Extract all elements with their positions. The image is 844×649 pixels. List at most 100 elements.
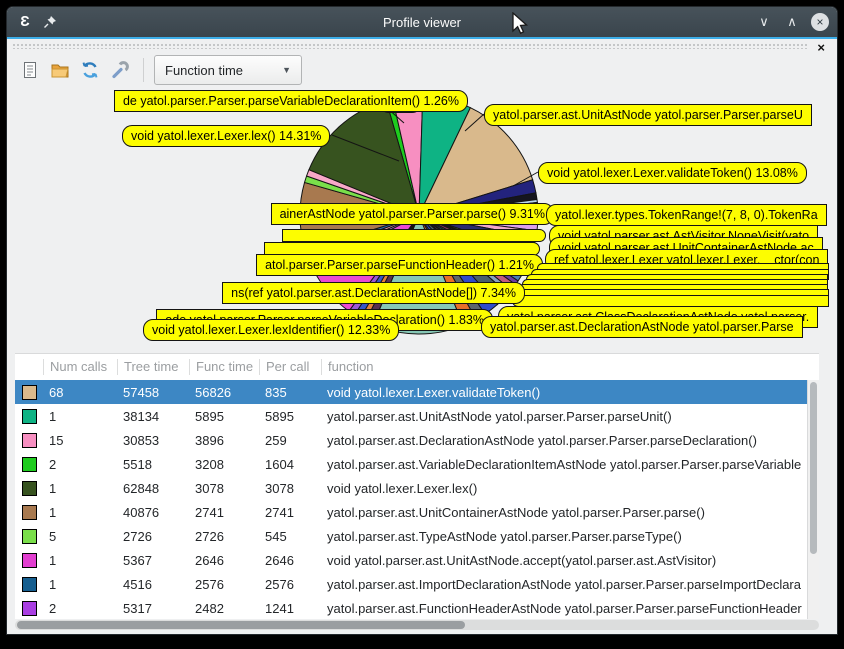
screen: Ɛ Profile viewer ∨ ∧ × ×	[0, 0, 844, 649]
cell-per-call: 5895	[259, 409, 321, 424]
vertical-scrollbar[interactable]	[807, 380, 819, 619]
cell-num-calls: 15	[43, 433, 117, 448]
dock-handle[interactable]	[12, 43, 807, 49]
profile-viewer-window: Ɛ Profile viewer ∨ ∧ × ×	[6, 6, 838, 635]
cell-per-call: 3078	[259, 481, 321, 496]
cell-function: yatol.parser.ast.VariableDeclarationItem…	[321, 457, 819, 472]
cell-per-call: 2646	[259, 553, 321, 568]
cell-tree-time: 5367	[117, 553, 189, 568]
table-row[interactable]: 16284830783078void yatol.lexer.Lexer.lex…	[15, 476, 819, 500]
table-row[interactable]: 2551832081604yatol.parser.ast.VariableDe…	[15, 452, 819, 476]
cell-num-calls: 2	[43, 601, 117, 616]
pie-label: atol.parser.Parser.parseFunctionHeader()…	[256, 254, 543, 276]
cell-function: void yatol.lexer.Lexer.lex()	[321, 481, 819, 496]
pie-label: void yatol.lexer.Lexer.validateToken() 1…	[538, 162, 807, 184]
profile-table: Num callsTree timeFunc timePer callfunct…	[15, 353, 819, 619]
cell-num-calls: 1	[43, 553, 117, 568]
table-row[interactable]: 2531724821241yatol.parser.ast.FunctionHe…	[15, 596, 819, 620]
table-row[interactable]: 14087627412741yatol.parser.ast.UnitConta…	[15, 500, 819, 524]
color-swatch	[22, 409, 37, 424]
vertical-scrollbar-thumb[interactable]	[810, 382, 817, 554]
color-swatch	[22, 601, 37, 616]
color-swatch	[22, 505, 37, 520]
cell-num-calls: 1	[43, 481, 117, 496]
horizontal-scrollbar-thumb[interactable]	[17, 621, 465, 629]
cell-num-calls: 1	[43, 577, 117, 592]
pie-label: ns(ref yatol.parser.ast.DeclarationAstNo…	[222, 282, 525, 304]
color-swatch	[22, 553, 37, 568]
metric-dropdown[interactable]: Function time ▼	[154, 55, 302, 85]
cell-num-calls: 2	[43, 457, 117, 472]
report-button[interactable]	[17, 57, 43, 83]
close-button[interactable]: ×	[811, 13, 829, 31]
metric-dropdown-value: Function time	[165, 63, 243, 78]
cell-function: yatol.parser.ast.TypeAstNode yatol.parse…	[321, 529, 819, 544]
header-color-column	[15, 359, 43, 375]
column-header[interactable]: Per call	[259, 359, 321, 375]
cell-tree-time: 4516	[117, 577, 189, 592]
table-row[interactable]: 527262726545yatol.parser.ast.TypeAstNode…	[15, 524, 819, 548]
open-button[interactable]	[47, 57, 73, 83]
cell-num-calls: 1	[43, 409, 117, 424]
titlebar[interactable]: Ɛ Profile viewer ∨ ∧ ×	[7, 7, 837, 37]
configure-button[interactable]	[107, 57, 133, 83]
refresh-button[interactable]	[77, 57, 103, 83]
refresh-icon	[80, 60, 100, 80]
cell-func-time: 2741	[189, 505, 259, 520]
cell-per-call: 2576	[259, 577, 321, 592]
cell-per-call: 2741	[259, 505, 321, 520]
color-swatch	[22, 385, 37, 400]
cell-func-time: 3208	[189, 457, 259, 472]
cell-tree-time: 5518	[117, 457, 189, 472]
column-header[interactable]: Func time	[189, 359, 259, 375]
pie-label: yatol.lexer.types.TokenRange!(7, 8, 0).T…	[546, 204, 827, 226]
cell-num-calls: 1	[43, 505, 117, 520]
cell-tree-time: 30853	[117, 433, 189, 448]
titlebar-accent-line	[7, 37, 837, 39]
pie-label: yatol.parser.ast.UnitAstNode yatol.parse…	[484, 104, 812, 126]
cell-per-call: 1241	[259, 601, 321, 616]
color-swatch	[22, 529, 37, 544]
cell-function: void yatol.parser.ast.UnitAstNode.accept…	[321, 553, 819, 568]
maximize-button[interactable]: ∧	[783, 14, 801, 30]
table-row[interactable]: 13813458955895yatol.parser.ast.UnitAstNo…	[15, 404, 819, 428]
pie-label: yatol.parser.ast.DeclarationAstNode yato…	[481, 316, 803, 338]
cell-per-call: 545	[259, 529, 321, 544]
pie-chart: 03%de yatol.parser.Parser.parseVariableD…	[7, 87, 838, 349]
cell-function: yatol.parser.ast.ImportDeclarationAstNod…	[321, 577, 819, 592]
cell-func-time: 2646	[189, 553, 259, 568]
cell-function: yatol.parser.ast.DeclarationAstNode yato…	[321, 433, 819, 448]
horizontal-scrollbar[interactable]	[15, 620, 819, 630]
cell-function: yatol.parser.ast.UnitContainerAstNode ya…	[321, 505, 819, 520]
cell-func-time: 5895	[189, 409, 259, 424]
cell-tree-time: 40876	[117, 505, 189, 520]
pie-label	[282, 229, 546, 242]
table-row[interactable]: 15308533896259yatol.parser.ast.Declarati…	[15, 428, 819, 452]
column-header[interactable]: Tree time	[117, 359, 189, 375]
dock-close-icon[interactable]: ×	[817, 40, 825, 55]
column-header[interactable]: function	[321, 359, 819, 375]
cell-func-time: 56826	[189, 385, 259, 400]
pie-label: void yatol.lexer.Lexer.lex() 14.31%	[122, 125, 330, 147]
color-swatch	[22, 457, 37, 472]
cell-func-time: 2576	[189, 577, 259, 592]
cell-tree-time: 57458	[117, 385, 189, 400]
minimize-button[interactable]: ∨	[755, 14, 773, 30]
cell-num-calls: 68	[43, 385, 117, 400]
table-row[interactable]: 1451625762576yatol.parser.ast.ImportDecl…	[15, 572, 819, 596]
cell-num-calls: 5	[43, 529, 117, 544]
mouse-cursor	[512, 12, 534, 38]
column-header[interactable]: Num calls	[43, 359, 117, 375]
cell-per-call: 259	[259, 433, 321, 448]
report-icon	[20, 60, 40, 80]
wrench-icon	[110, 60, 130, 80]
cell-function: yatol.parser.ast.FunctionHeaderAstNode y…	[321, 601, 819, 616]
color-swatch	[22, 433, 37, 448]
table-row[interactable]: 685745856826835void yatol.lexer.Lexer.va…	[15, 380, 819, 404]
toolbar: Function time ▼	[17, 53, 302, 87]
table-row[interactable]: 1536726462646void yatol.parser.ast.UnitA…	[15, 548, 819, 572]
cell-function: yatol.parser.ast.UnitAstNode yatol.parse…	[321, 409, 819, 424]
cell-function: void yatol.lexer.Lexer.validateToken()	[321, 385, 819, 400]
toolbar-separator	[143, 58, 144, 82]
cell-per-call: 835	[259, 385, 321, 400]
